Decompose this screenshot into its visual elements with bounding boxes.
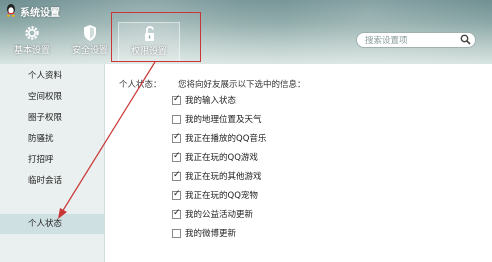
option-label: 我的地理位置及天气 [185, 115, 262, 125]
checkbox[interactable] [172, 170, 181, 181]
sidebar-item-greeting[interactable]: 打招呼 [0, 150, 104, 170]
checkbox[interactable] [172, 208, 181, 219]
window-title: 系统设置 [20, 8, 60, 19]
checkbox[interactable] [172, 94, 181, 105]
checkbox[interactable] [172, 229, 181, 238]
search-input[interactable]: 搜索设置项 [356, 32, 476, 48]
checkbox[interactable] [172, 115, 181, 124]
checkbox[interactable] [172, 189, 181, 200]
sidebar-item-profile[interactable]: 个人资料 [0, 66, 104, 86]
sidebar-item-temporary-chat[interactable]: 临时会话 [0, 171, 104, 191]
sidebar-item-anti-harassment[interactable]: 防骚扰 [0, 129, 104, 149]
option-label: 我的公益活动更新 [185, 210, 254, 220]
gear-icon [25, 26, 39, 40]
option-label: 我正在玩的QQ宠物 [185, 191, 258, 201]
sidebar-item-circle-permissions[interactable]: 圈子权限 [0, 108, 104, 128]
checkbox[interactable] [172, 151, 181, 162]
sidebar-item-space-permissions[interactable]: 空间权限 [0, 87, 104, 107]
shield-icon [84, 25, 96, 41]
title-bar: 系统设置 [0, 0, 492, 20]
sidebar-item-personal-status[interactable]: 个人状态 [0, 214, 104, 234]
option-label: 我正在玩的其他游戏 [185, 172, 262, 182]
option-label: 我正在播放的QQ音乐 [185, 134, 267, 144]
highlight-box [111, 12, 201, 62]
section-label: 个人状态： [119, 80, 162, 90]
sidebar: 个人资料 空间权限 圈子权限 防骚扰 打招呼 临时会话 个人状态 [0, 64, 105, 262]
settings-content: 个人状态： 您将向好友展示以下选中的信息： 我的输入状态 我的地理位置及天气 我… [105, 64, 492, 262]
section-description: 您将向好友展示以下选中的信息： [178, 80, 306, 90]
option-label: 我的输入状态 [185, 96, 237, 106]
option-label: 我正在玩的QQ游戏 [185, 153, 258, 163]
search-icon[interactable] [460, 34, 471, 45]
qq-logo-icon [6, 4, 16, 17]
tab-label: 基本设置 [13, 46, 50, 56]
option-label: 我的微博更新 [185, 229, 237, 239]
search-placeholder: 搜索设置项 [365, 36, 408, 46]
checkbox[interactable] [172, 132, 181, 143]
settings-window: 系统设置 基本设置 安全设置 权限设置 搜索设置项 个人资料 空间权限 圈子权限… [0, 0, 492, 262]
tab-basic-settings[interactable]: 基本设置 [2, 22, 62, 60]
